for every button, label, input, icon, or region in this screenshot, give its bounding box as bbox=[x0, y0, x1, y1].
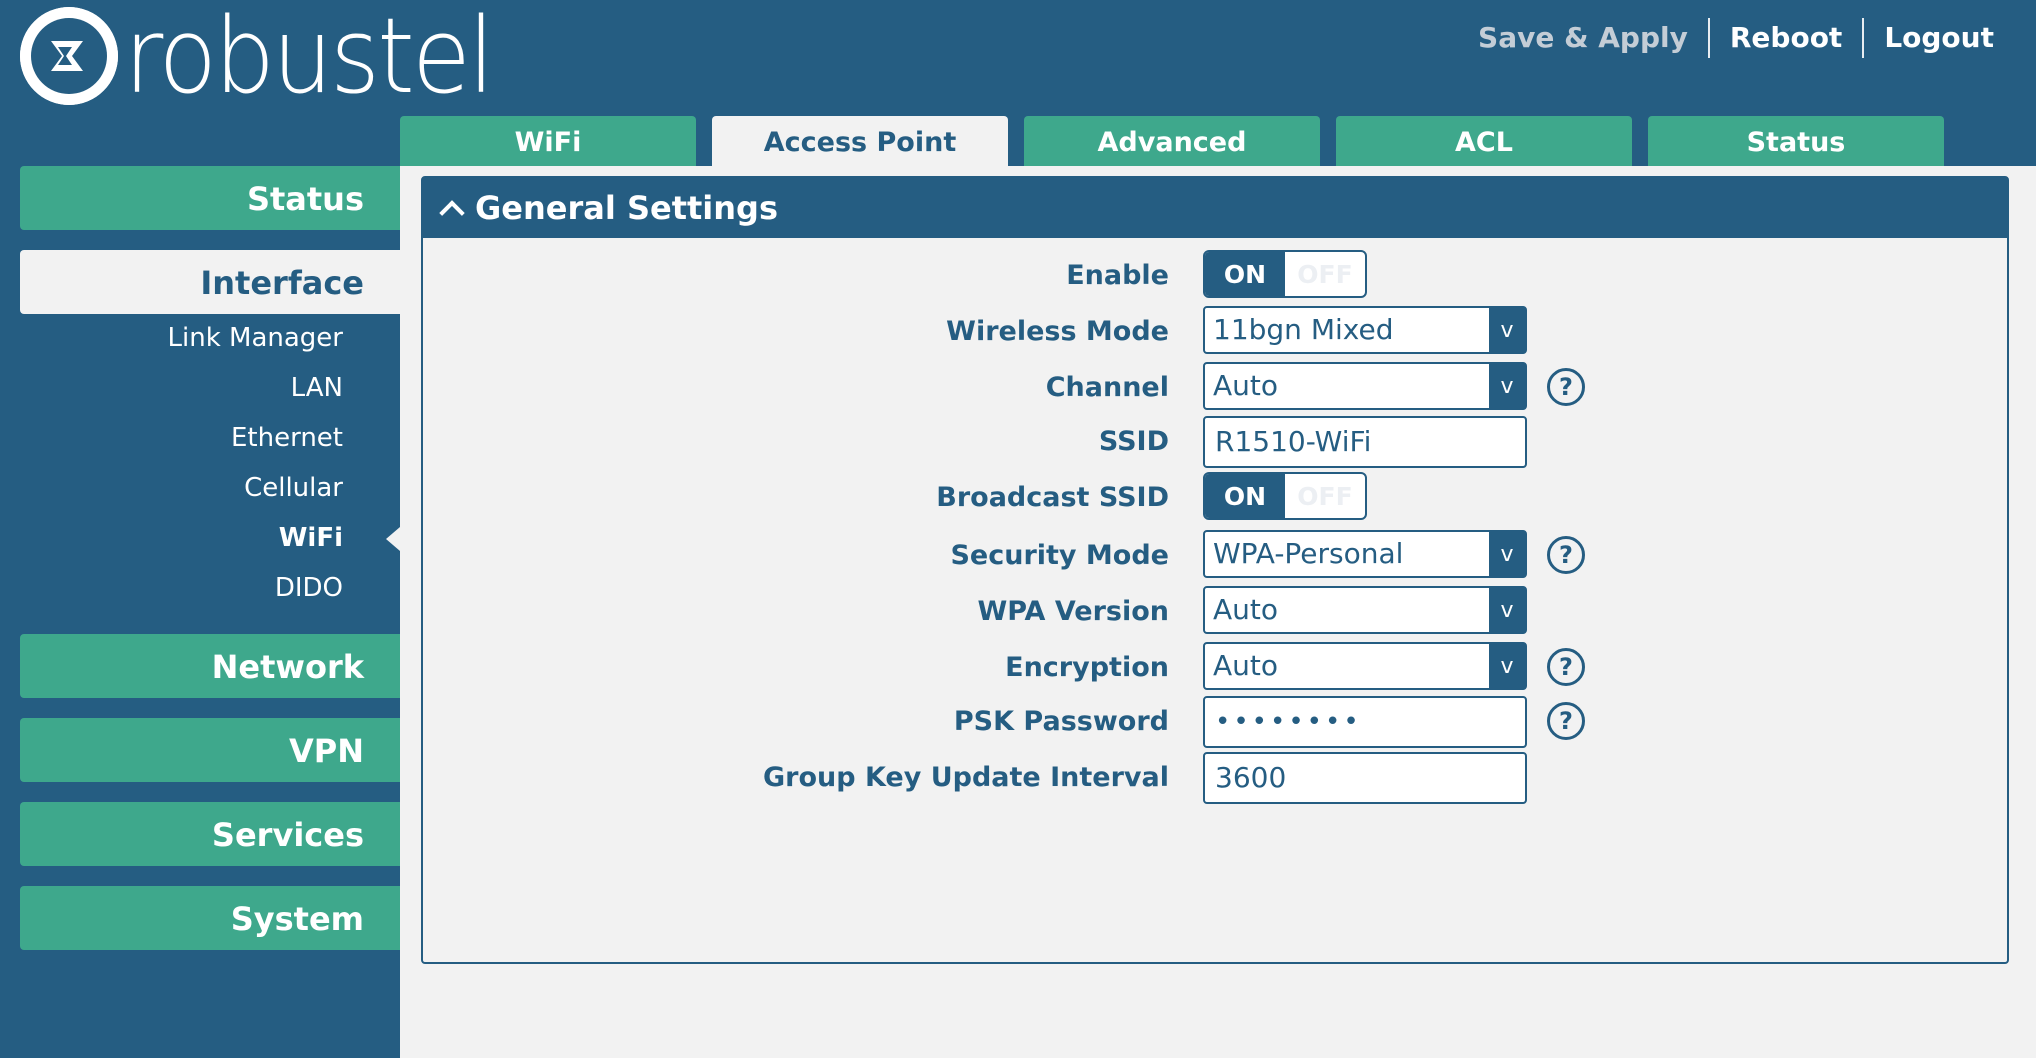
broadcast-ssid-row: Broadcast SSID ON OFF bbox=[423, 472, 2007, 524]
sidebar-vpn[interactable]: VPN bbox=[20, 718, 400, 782]
general-settings-panel: General Settings Enable ON OFF Wireless … bbox=[421, 176, 2009, 964]
security-mode-row: Security Mode WPA-Personal v ? bbox=[423, 530, 2007, 582]
security-mode-select[interactable]: WPA-Personal v bbox=[1203, 530, 1527, 578]
sidebar-item-cellular[interactable]: Cellular bbox=[20, 462, 343, 512]
dropdown-arrow-icon[interactable]: v bbox=[1489, 308, 1525, 352]
sidebar-item-link-manager[interactable]: Link Manager bbox=[20, 312, 343, 362]
help-icon[interactable]: ? bbox=[1547, 536, 1585, 574]
tab-status[interactable]: Status bbox=[1648, 116, 1944, 166]
sidebar-item-lan[interactable]: LAN bbox=[20, 362, 343, 412]
toggle-on: ON bbox=[1205, 252, 1285, 296]
tab-access-point[interactable]: Access Point bbox=[712, 116, 1008, 168]
wpa-version-row: WPA Version Auto v bbox=[423, 586, 2007, 638]
logout-link[interactable]: Logout bbox=[1864, 18, 2014, 58]
select-value: WPA-Personal bbox=[1213, 537, 1404, 570]
enable-toggle[interactable]: ON OFF bbox=[1203, 250, 1367, 298]
sidebar-services[interactable]: Services bbox=[20, 802, 400, 866]
select-value: 11bgn Mixed bbox=[1213, 313, 1394, 346]
ssid-input[interactable]: R1510-WiFi bbox=[1203, 416, 1527, 468]
sidebar-item-wifi[interactable]: WiFi bbox=[20, 512, 343, 562]
broadcast-ssid-toggle[interactable]: ON OFF bbox=[1203, 472, 1367, 520]
wireless-mode-label: Wireless Mode bbox=[946, 316, 1169, 347]
psk-password-row: PSK Password •••••••• ? bbox=[423, 696, 2007, 748]
group-key-interval-label: Group Key Update Interval bbox=[762, 762, 1169, 793]
help-icon[interactable]: ? bbox=[1547, 368, 1585, 406]
help-icon[interactable]: ? bbox=[1547, 648, 1585, 686]
channel-row: Channel Auto v ? bbox=[423, 362, 2007, 414]
save-apply-link[interactable]: Save & Apply bbox=[1458, 18, 1708, 58]
sidebar-interface[interactable]: Interface bbox=[20, 250, 400, 314]
sidebar-system[interactable]: System bbox=[20, 886, 400, 950]
tab-acl[interactable]: ACL bbox=[1336, 116, 1632, 166]
help-icon[interactable]: ? bbox=[1547, 702, 1585, 740]
robustel-logo: robustel bbox=[20, 0, 524, 117]
panel-header[interactable]: General Settings bbox=[423, 178, 2007, 238]
main-content: General Settings Enable ON OFF Wireless … bbox=[400, 166, 2036, 1058]
channel-select[interactable]: Auto v bbox=[1203, 362, 1527, 410]
header-actions: Save & Apply Reboot Logout bbox=[1458, 18, 2014, 58]
security-mode-label: Security Mode bbox=[950, 540, 1169, 571]
reboot-link[interactable]: Reboot bbox=[1710, 18, 1862, 58]
interface-submenu: Link Manager LAN Ethernet Cellular WiFi … bbox=[20, 312, 343, 612]
dropdown-arrow-icon[interactable]: v bbox=[1489, 588, 1525, 632]
toggle-off: OFF bbox=[1297, 260, 1353, 289]
active-item-caret-icon bbox=[386, 527, 400, 551]
logo-mark-icon bbox=[20, 7, 118, 105]
tab-wifi[interactable]: WiFi bbox=[400, 116, 696, 166]
tab-advanced[interactable]: Advanced bbox=[1024, 116, 1320, 166]
toggle-off: OFF bbox=[1297, 482, 1353, 511]
sidebar-network[interactable]: Network bbox=[20, 634, 400, 698]
sidebar-status[interactable]: Status bbox=[20, 166, 400, 230]
dropdown-arrow-icon[interactable]: v bbox=[1489, 532, 1525, 576]
dropdown-arrow-icon[interactable]: v bbox=[1489, 644, 1525, 688]
brand-name: robustel bbox=[124, 0, 495, 117]
ssid-row: SSID R1510-WiFi bbox=[423, 416, 2007, 468]
select-value: Auto bbox=[1213, 649, 1279, 682]
wpa-version-label: WPA Version bbox=[977, 596, 1169, 627]
chevron-up-icon[interactable] bbox=[439, 200, 465, 226]
toggle-on: ON bbox=[1205, 474, 1285, 518]
psk-password-input[interactable]: •••••••• bbox=[1203, 696, 1527, 748]
encryption-label: Encryption bbox=[1005, 652, 1169, 683]
encryption-select[interactable]: Auto v bbox=[1203, 642, 1527, 690]
wireless-mode-row: Wireless Mode 11bgn Mixed v bbox=[423, 306, 2007, 358]
channel-label: Channel bbox=[1045, 372, 1169, 403]
tab-bar: WiFi Access Point Advanced ACL Status bbox=[400, 116, 1960, 168]
enable-row: Enable ON OFF bbox=[423, 250, 2007, 302]
psk-password-label: PSK Password bbox=[953, 706, 1169, 737]
encryption-row: Encryption Auto v ? bbox=[423, 642, 2007, 694]
select-value: Auto bbox=[1213, 369, 1279, 402]
broadcast-ssid-label: Broadcast SSID bbox=[936, 482, 1169, 513]
enable-label: Enable bbox=[1066, 260, 1169, 291]
group-key-interval-row: Group Key Update Interval 3600 bbox=[423, 752, 2007, 804]
dropdown-arrow-icon[interactable]: v bbox=[1489, 364, 1525, 408]
select-value: Auto bbox=[1213, 593, 1279, 626]
ssid-label: SSID bbox=[1098, 426, 1169, 457]
wireless-mode-select[interactable]: 11bgn Mixed v bbox=[1203, 306, 1527, 354]
panel-title: General Settings bbox=[475, 189, 778, 227]
wpa-version-select[interactable]: Auto v bbox=[1203, 586, 1527, 634]
sidebar-item-dido[interactable]: DIDO bbox=[20, 562, 343, 612]
group-key-interval-input[interactable]: 3600 bbox=[1203, 752, 1527, 804]
sidebar-item-ethernet[interactable]: Ethernet bbox=[20, 412, 343, 462]
